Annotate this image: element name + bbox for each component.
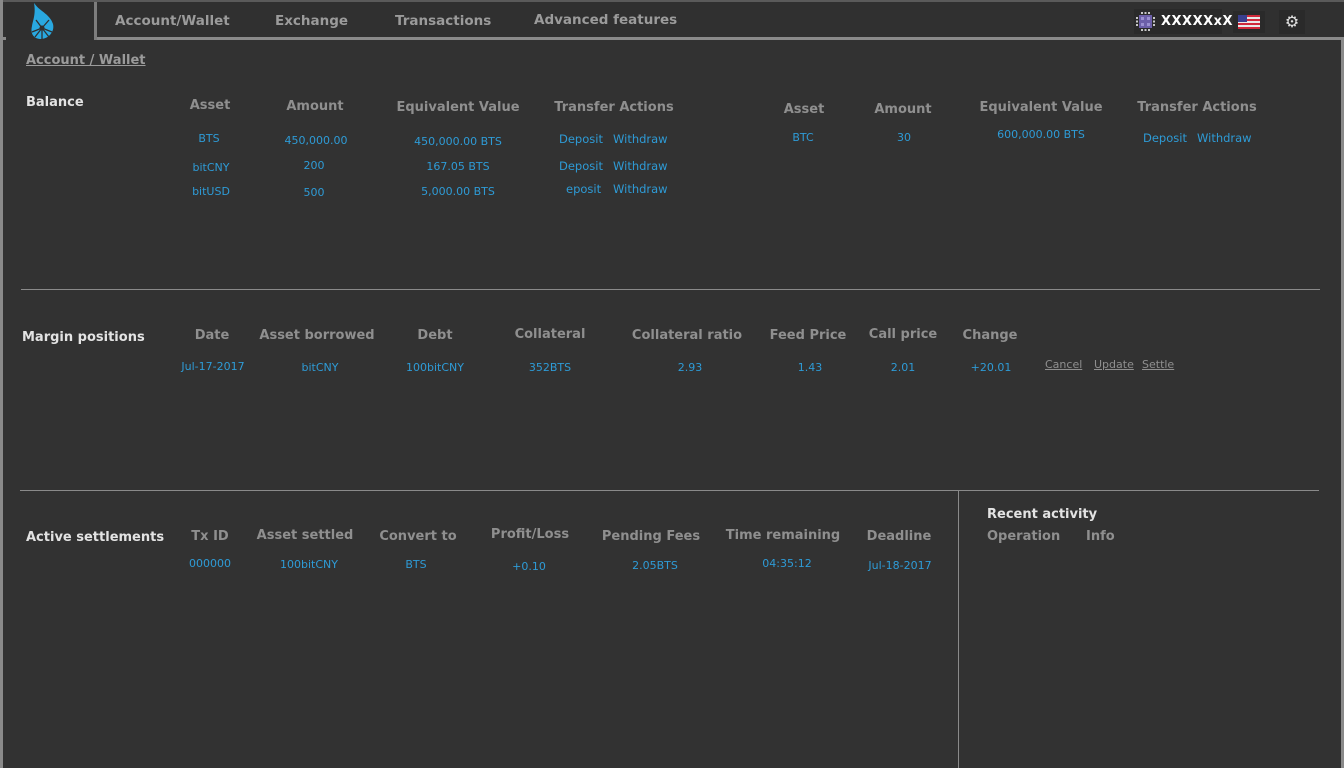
col-asset: Asset [783,102,825,117]
margin-positions-title: Margin positions [22,330,145,345]
asset-cell: BTC [792,131,814,144]
active-settlements-title: Active settlements [26,530,165,545]
col-equivalent-value: Equivalent Value [396,100,520,115]
value-cell: 600,000.00 BTS [997,128,1085,141]
asset-cell: bitUSD [192,185,230,198]
bitshares-logo-icon [31,3,54,39]
username: XXXXXxX [1161,14,1234,29]
value-cell: 450,000.00 BTS [414,135,502,148]
amount-cell: 30 [897,131,911,144]
col-asset-settled: Asset settled [256,528,354,543]
deposit-link[interactable]: Deposit [559,132,603,146]
nav-exchange[interactable]: Exchange [275,13,348,29]
withdraw-link[interactable]: Withdraw [613,182,668,196]
app-window: Account/Wallet Exchange Transactions Adv… [0,0,1344,768]
tx-id-cell[interactable]: 000000 [189,557,231,570]
col-debt: Debt [417,328,453,343]
profit-loss-cell: +0.10 [512,560,546,573]
date-cell: Jul-17-2017 [181,360,245,373]
nav-transactions[interactable]: Transactions [395,13,491,29]
cancel-link[interactable]: Cancel [1045,358,1082,371]
col-profit-loss: Profit/Loss [490,527,570,542]
debt-cell: 100bitCNY [406,361,464,374]
col-operation: Operation [987,529,1061,544]
top-nav-bar: Account/Wallet Exchange Transactions Adv… [3,0,1344,40]
settings-button[interactable]: ⚙ [1279,10,1305,34]
value-cell: 167.05 BTS [426,160,490,173]
withdraw-link[interactable]: Withdraw [613,132,668,146]
update-link[interactable]: Update [1094,358,1134,371]
col-asset-borrowed: Asset borrowed [259,328,375,343]
col-deadline: Deadline [866,529,932,544]
nav-advanced-features[interactable]: Advanced features [534,12,677,28]
col-transfer-actions: Transfer Actions [1137,100,1257,115]
identicon-icon [1136,12,1155,31]
change-cell: +20.01 [970,361,1012,374]
language-selector[interactable] [1233,11,1265,33]
breadcrumb[interactable]: Account / Wallet [26,53,146,68]
user-account-button[interactable]: XXXXXxX [1134,9,1233,34]
col-pending-fees: Pending Fees [601,529,701,544]
col-collateral: Collateral [514,327,586,342]
col-time-remaining: Time remaining [725,528,841,543]
col-asset: Asset [189,98,231,113]
call-price-cell: 2.01 [890,361,916,374]
asset-settled-cell: 100bitCNY [280,558,338,571]
deposit-link[interactable]: Deposit [1143,131,1187,145]
deposit-link[interactable]: eposit [566,182,601,196]
panel-divider [958,490,959,768]
recent-activity-title: Recent activity [987,507,1098,522]
balance-title: Balance [26,95,84,110]
nav-account-wallet[interactable]: Account/Wallet [115,13,230,29]
pending-fees-cell: 2.05BTS [632,559,678,572]
settle-link[interactable]: Settle [1142,358,1174,371]
col-date: Date [194,328,230,343]
feed-price-cell: 1.43 [797,361,823,374]
deadline-cell: Jul-18-2017 [868,559,932,572]
col-change: Change [962,328,1018,343]
deposit-link[interactable]: Deposit [559,159,603,173]
time-remaining-cell: 04:35:12 [762,557,812,570]
value-cell: 5,000.00 BTS [421,185,495,198]
col-tx-id: Tx ID [191,529,229,544]
section-divider [21,289,1320,290]
us-flag-icon [1238,15,1260,29]
bitshares-logo[interactable] [6,2,97,40]
col-amount: Amount [874,102,932,117]
section-divider [20,490,1319,491]
asset-cell: bitCNY [301,361,339,374]
col-info: Info [1086,529,1115,544]
col-equivalent-value: Equivalent Value [979,100,1103,115]
asset-cell: bitCNY [192,161,230,174]
ratio-cell: 2.93 [677,361,703,374]
asset-cell: BTS [198,132,220,145]
convert-to-cell: BTS [405,558,427,571]
col-feed-price: Feed Price [769,328,847,343]
amount-cell: 200 [303,159,325,172]
collateral-cell: 352BTS [528,361,572,374]
col-transfer-actions: Transfer Actions [554,100,674,115]
gear-icon: ⚙ [1284,12,1300,31]
amount-cell: 450,000.00 [284,134,348,147]
withdraw-link[interactable]: Withdraw [613,159,668,173]
amount-cell: 500 [303,186,325,199]
col-convert-to: Convert to [379,529,457,544]
withdraw-link[interactable]: Withdraw [1197,131,1252,145]
col-call-price: Call price [868,327,938,342]
col-amount: Amount [286,99,344,114]
col-collateral-ratio: Collateral ratio [631,328,743,343]
